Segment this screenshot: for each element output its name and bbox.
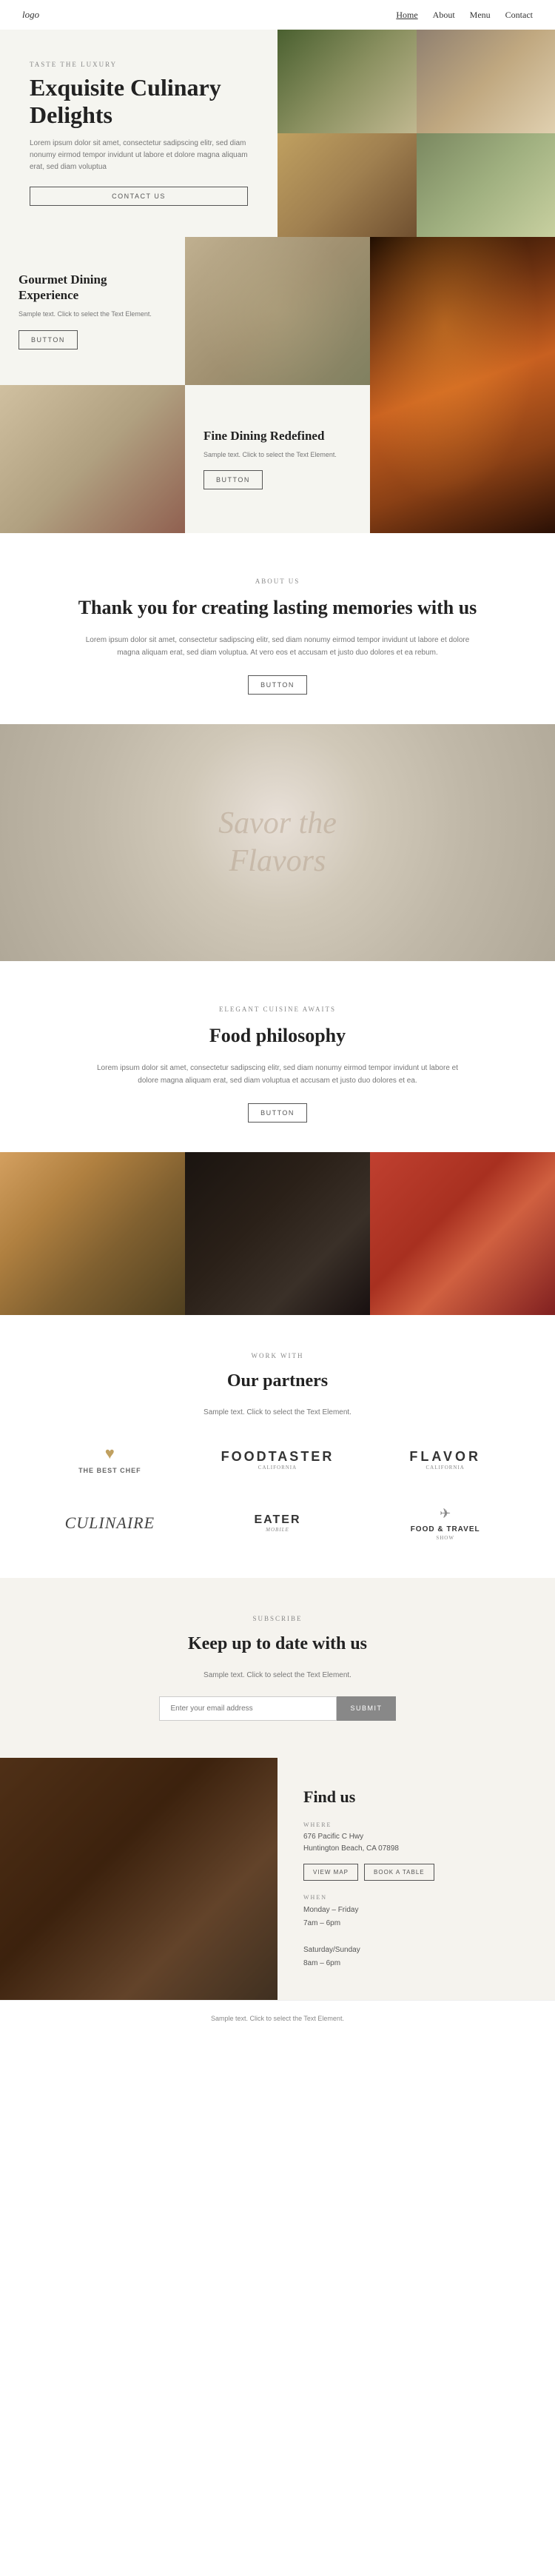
gallery-image-3: [370, 1152, 555, 1315]
find-us-image: [0, 1758, 278, 2000]
hero-section: Taste the Luxury Exquisite Culinary Deli…: [0, 30, 555, 237]
book-table-button[interactable]: BOOK A TABLE: [364, 1864, 434, 1881]
fine-dining-cell: Fine Dining Redefined Sample text. Click…: [185, 385, 370, 533]
partners-label: Work With: [30, 1352, 525, 1359]
partners-grid: ♥ The Best Chef FOODTASTER CALIFORNIA FL…: [30, 1436, 525, 1548]
hero-images: [278, 30, 555, 237]
fire-overlay: [370, 237, 555, 533]
partner-flavor-label: FLAVOR: [409, 1449, 481, 1464]
food-gallery: [0, 1152, 555, 1315]
gallery-image-1: [0, 1152, 185, 1315]
find-us-buttons: VIEW MAP BOOK A TABLE: [303, 1864, 529, 1881]
partner-food-travel-label: FOOD & TRAVEL: [411, 1525, 480, 1533]
partner-flavor: FLAVOR CALIFORNIA: [365, 1442, 525, 1478]
find-us-address: 676 Pacific C HwyHuntington Beach, CA 07…: [303, 1831, 529, 1855]
flavor-image-section: Savor the Flavors: [0, 724, 555, 961]
find-us-section: Find us WHERE 676 Pacific C HwyHuntingto…: [0, 1758, 555, 2000]
about-section: About Us Thank you for creating lasting …: [0, 533, 555, 724]
where-label: WHERE: [303, 1821, 529, 1828]
partner-eater: EATER Mobile: [198, 1506, 358, 1540]
partner-culinaire: Culinaire: [30, 1506, 190, 1540]
partner-eater-sub: Mobile: [254, 1527, 300, 1533]
philosophy-title: Food philosophy: [89, 1023, 466, 1048]
partners-subtitle: Sample text. Click to select the Text El…: [30, 1406, 525, 1419]
gallery-image-2: [185, 1152, 370, 1315]
view-map-button[interactable]: VIEW MAP: [303, 1864, 358, 1881]
partners-section: Work With Our partners Sample text. Clic…: [0, 1315, 555, 1578]
subscribe-wrapper: Subscribe Keep up to date with us Sample…: [0, 1578, 555, 1758]
hero-image-1: [278, 30, 417, 133]
partner-food-travel-sub: SHOW: [411, 1535, 480, 1541]
subscribe-title: Keep up to date with us: [30, 1633, 525, 1656]
philosophy-label: Elegant Cuisine Awaits: [89, 1006, 466, 1013]
flavor-overlay-text: Savor the Flavors: [218, 805, 337, 880]
fine-dining-button[interactable]: BUTTON: [204, 470, 263, 489]
find-us-info: Find us WHERE 676 Pacific C HwyHuntingto…: [278, 1758, 555, 2000]
gourmet-text: Sample text. Click to select the Text El…: [18, 309, 166, 319]
grid-section: Gourmet Dining Experience Sample text. C…: [0, 237, 555, 533]
about-text: Lorem ipsum dolor sit amet, consectetur …: [74, 634, 481, 659]
hero-image-2: [417, 30, 555, 133]
about-label: About Us: [74, 578, 481, 585]
overlay-line1: Savor the: [218, 805, 337, 842]
find-us-hours: Monday – Friday7am – 6pmSaturday/Sunday8…: [303, 1904, 529, 1970]
nav-contact[interactable]: Contact: [505, 10, 533, 21]
subscribe-label: Subscribe: [30, 1615, 525, 1622]
hero-subtitle: Taste the Luxury: [30, 61, 248, 68]
food-overlay-1: [185, 237, 370, 385]
hero-title: Exquisite Culinary Delights: [30, 74, 248, 129]
email-row: SUBMIT: [30, 1696, 525, 1721]
find-us-image-overlay: [0, 1758, 278, 2000]
about-title: Thank you for creating lasting memories …: [74, 595, 481, 620]
footer: Sample text. Click to select the Text El…: [0, 2000, 555, 2035]
overlay-line2: Flavors: [218, 843, 337, 880]
food-travel-icon: ✈: [411, 1506, 480, 1522]
about-button[interactable]: BUTTON: [248, 675, 307, 695]
nav-home[interactable]: Home: [396, 10, 417, 21]
philosophy-section: Elegant Cuisine Awaits Food philosophy L…: [0, 961, 555, 1152]
partner-foodtaster: FOODTASTER CALIFORNIA: [198, 1442, 358, 1478]
partner-flavor-sub: CALIFORNIA: [409, 1465, 481, 1471]
subscribe-section: Subscribe Keep up to date with us Sample…: [0, 1578, 555, 1758]
partner-eater-label: EATER: [254, 1513, 300, 1526]
contact-us-button[interactable]: CONTACT US: [30, 187, 248, 206]
navigation: logo Home About Menu Contact: [0, 0, 555, 30]
nav-about[interactable]: About: [433, 10, 455, 21]
philosophy-text: Lorem ipsum dolor sit amet, consectetur …: [89, 1062, 466, 1087]
email-input[interactable]: [159, 1696, 337, 1721]
food-photo-2: [0, 385, 185, 533]
fine-dining-title: Fine Dining Redefined: [204, 429, 352, 444]
hero-content: Taste the Luxury Exquisite Culinary Deli…: [0, 30, 278, 237]
partner-foodtaster-label: FOODTASTER: [221, 1449, 334, 1464]
footer-text: Sample text. Click to select the Text El…: [211, 2015, 344, 2022]
find-us-title: Find us: [303, 1787, 529, 1807]
partner-best-chef-label: The Best Chef: [78, 1467, 141, 1474]
philosophy-button[interactable]: BUTTON: [248, 1103, 307, 1123]
nav-links: Home About Menu Contact: [396, 10, 533, 21]
partner-culinaire-label: Culinaire: [65, 1513, 155, 1533]
partner-best-chef: ♥ The Best Chef: [30, 1436, 190, 1484]
chef-background: [370, 237, 555, 533]
subscribe-text: Sample text. Click to select the Text El…: [30, 1669, 525, 1682]
logo: logo: [22, 9, 39, 21]
submit-button[interactable]: SUBMIT: [337, 1696, 395, 1721]
fine-dining-text: Sample text. Click to select the Text El…: [204, 449, 352, 460]
food-photo-1: [185, 237, 370, 385]
hero-image-grid: [278, 30, 555, 237]
when-label: WHEN: [303, 1894, 529, 1901]
heart-icon: ♥: [78, 1444, 141, 1463]
hero-image-3: [278, 133, 417, 237]
gourmet-dining-cell: Gourmet Dining Experience Sample text. C…: [0, 237, 185, 385]
gourmet-title: Gourmet Dining Experience: [18, 272, 166, 303]
hero-text: Lorem ipsum dolor sit amet, consectetur …: [30, 138, 248, 173]
gourmet-button[interactable]: BUTTON: [18, 330, 78, 349]
partner-food-travel: ✈ FOOD & TRAVEL SHOW: [365, 1499, 525, 1548]
chef-image-cell: [370, 237, 555, 533]
hero-image-4: [417, 133, 555, 237]
nav-menu[interactable]: Menu: [470, 10, 491, 21]
partners-title: Our partners: [30, 1370, 525, 1393]
partner-foodtaster-sub: CALIFORNIA: [221, 1465, 334, 1471]
